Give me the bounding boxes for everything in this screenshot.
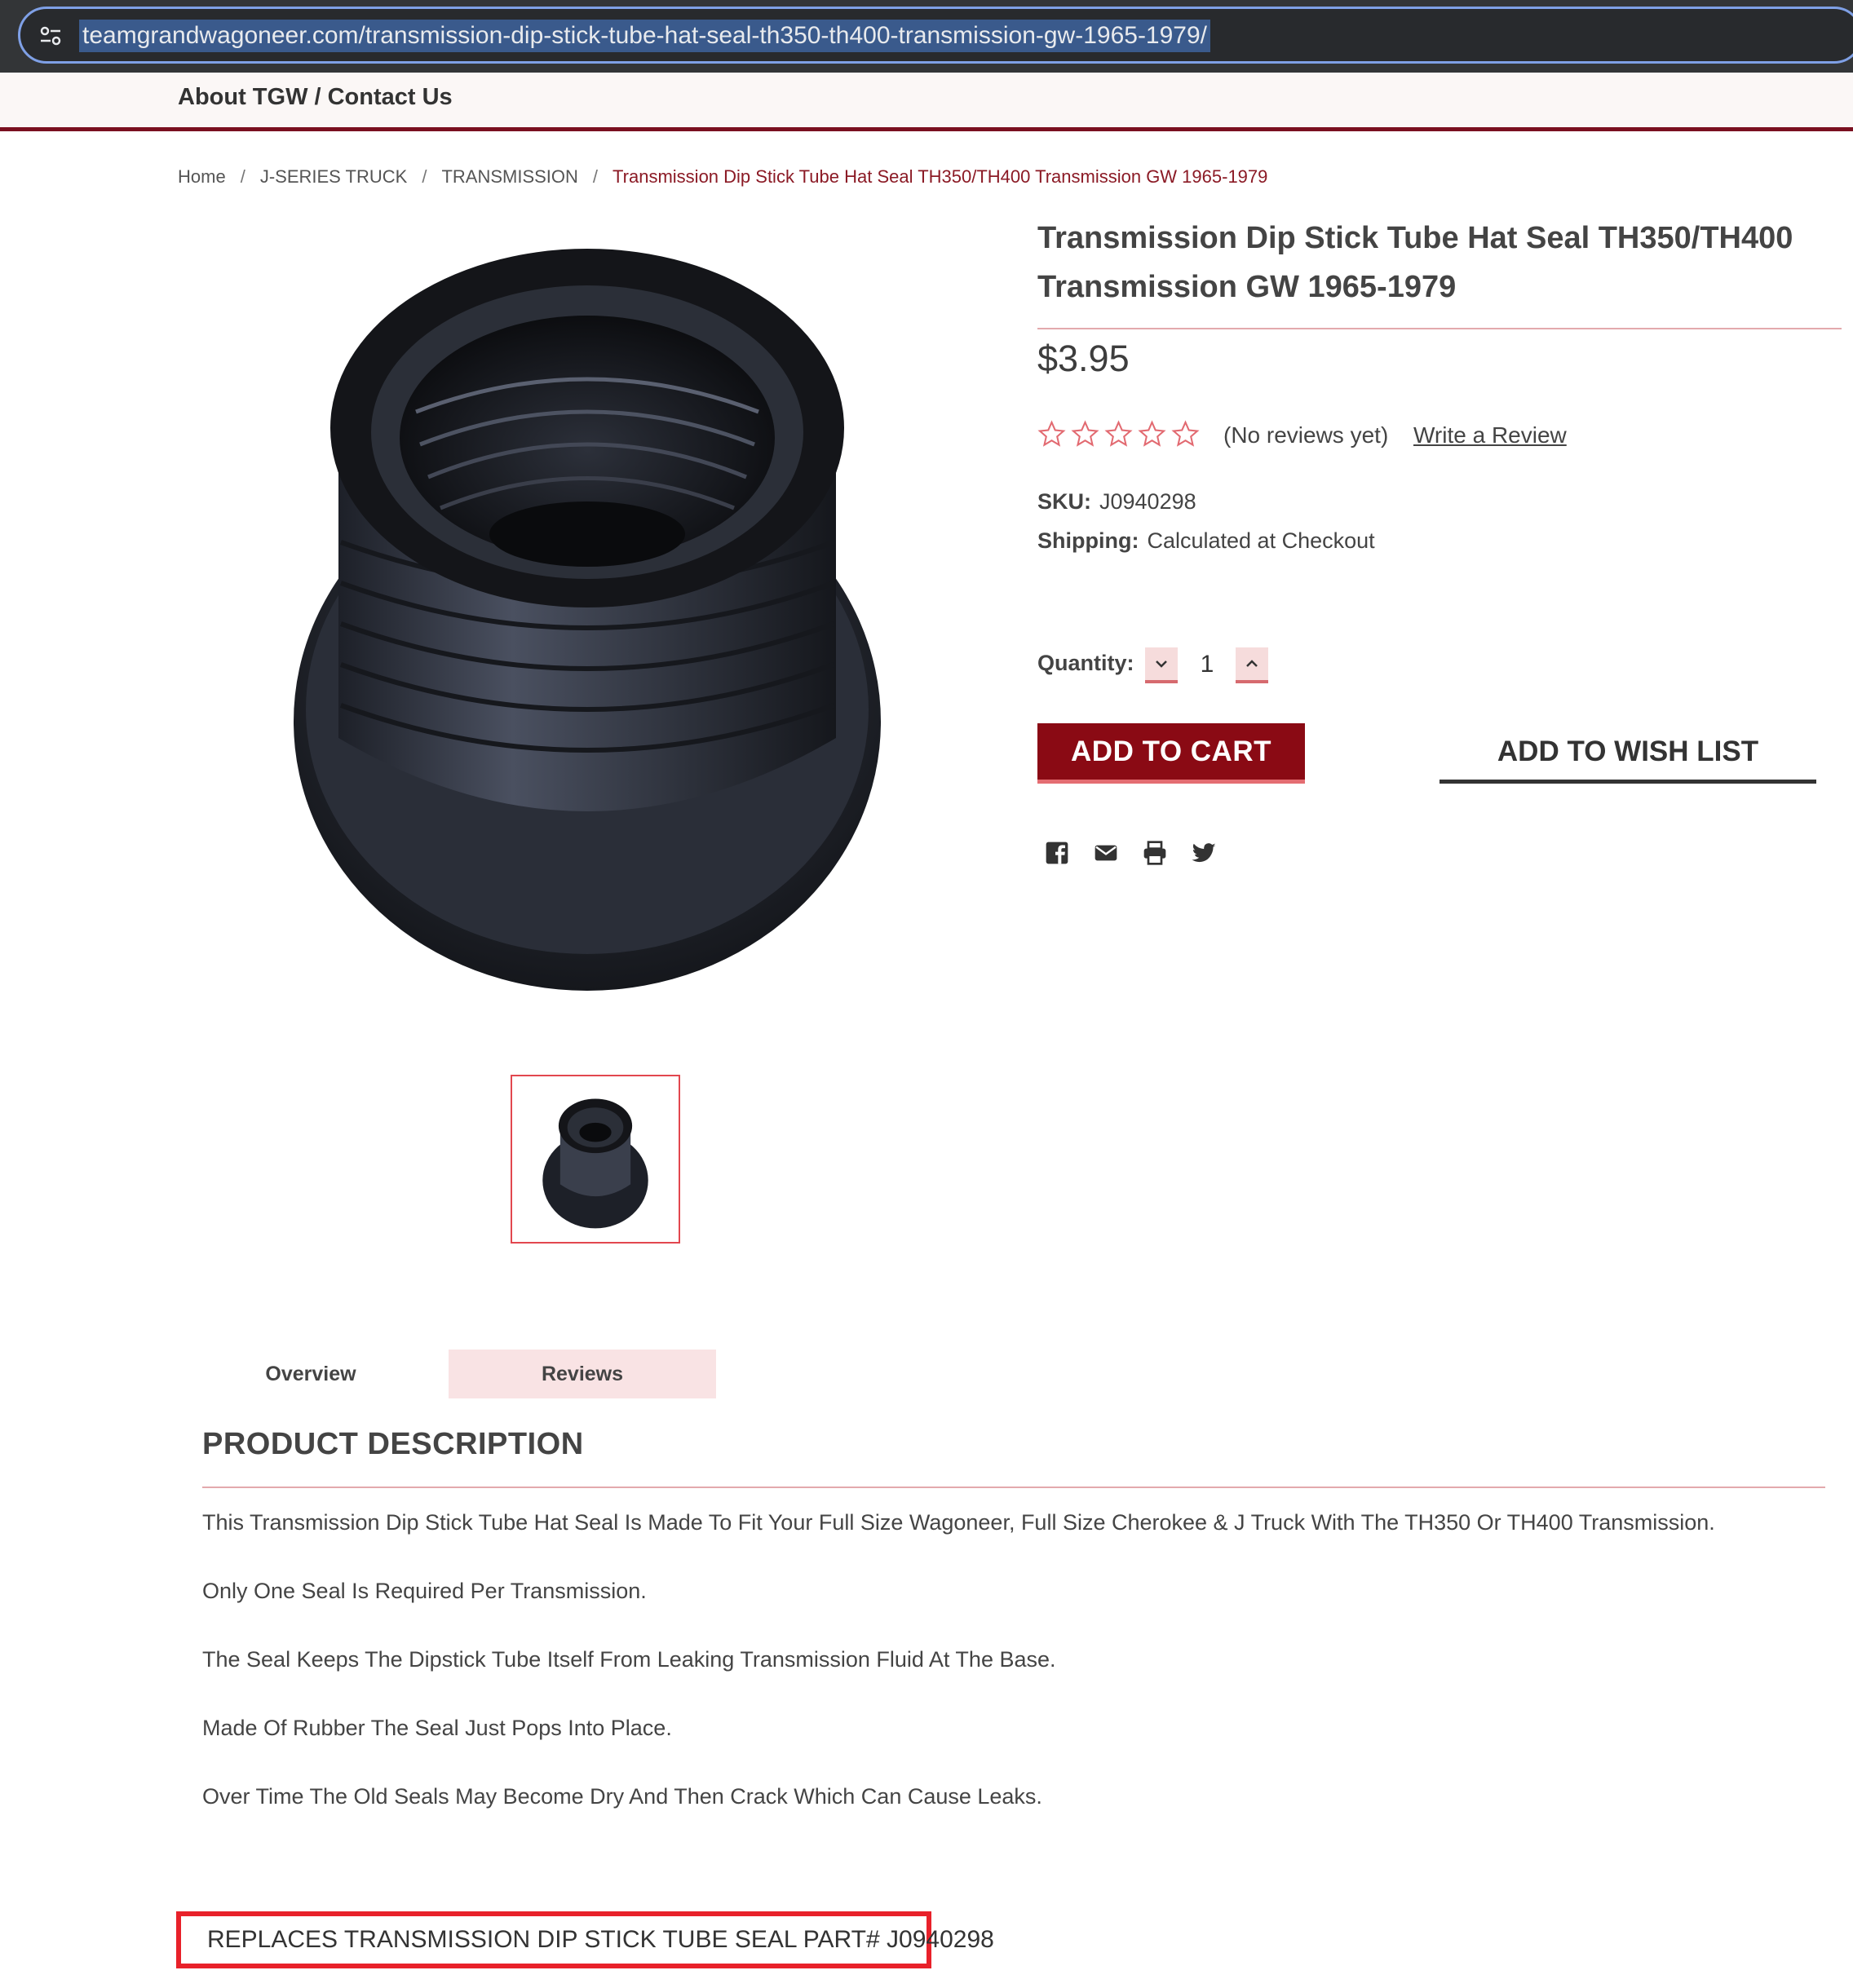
description-paragraph: The Seal Keeps The Dipstick Tube Itself … [202, 1647, 1056, 1672]
facebook-icon[interactable] [1044, 840, 1070, 866]
description-paragraph: This Transmission Dip Stick Tube Hat Sea… [202, 1510, 1715, 1535]
replaces-part-note: REPLACES TRANSMISSION DIP STICK TUBE SEA… [207, 1926, 994, 1953]
quantity-input[interactable]: 1 [1191, 651, 1223, 678]
description-paragraph: Over Time The Old Seals May Become Dry A… [202, 1784, 1042, 1809]
browser-toolbar: teamgrandwagoneer.com/transmission-dip-s… [0, 0, 1853, 73]
quantity-label: Quantity: [1037, 651, 1134, 675]
breadcrumb-transmission[interactable]: TRANSMISSION [441, 166, 577, 187]
product-thumbnail[interactable] [511, 1075, 680, 1244]
breadcrumb: Home / J-SERIES TRUCK / TRANSMISSION / Transmi… [178, 166, 1267, 188]
address-bar[interactable]: teamgrandwagoneer.com/transmission-dip-s… [18, 7, 1853, 64]
quantity-increase-button[interactable] [1236, 647, 1268, 683]
thumbnail-image [542, 1098, 648, 1229]
site-info-icon[interactable] [38, 24, 63, 48]
star-empty-icon[interactable] [1138, 420, 1166, 448]
twitter-icon[interactable] [1191, 840, 1217, 866]
star-empty-icon[interactable] [1104, 420, 1133, 448]
share-icons [1044, 840, 1217, 866]
shipping-label: Shipping: [1037, 528, 1139, 553]
about-contact-link[interactable]: About TGW / Contact Us [178, 84, 453, 111]
tab-overview[interactable]: Overview [192, 1350, 430, 1398]
breadcrumb-j-series-truck[interactable]: J-SERIES TRUCK [260, 166, 408, 187]
product-main-image[interactable] [277, 249, 897, 1032]
description-heading: PRODUCT DESCRIPTION [202, 1427, 584, 1461]
sku-label: SKU: [1037, 489, 1091, 514]
review-count: (No reviews yet) [1223, 422, 1389, 448]
site-header: About TGW / Contact Us [0, 73, 1853, 131]
description-paragraph: Made Of Rubber The Seal Just Pops Into P… [202, 1716, 672, 1740]
shipping-row: Shipping: Calculated at Checkout [1037, 528, 1375, 554]
chevron-up-icon [1246, 660, 1258, 667]
star-empty-icon[interactable] [1037, 420, 1066, 448]
description-divider [202, 1487, 1825, 1488]
write-review-link[interactable]: Write a Review [1413, 422, 1567, 448]
title-divider [1037, 328, 1842, 329]
description-paragraph: Only One Seal Is Required Per Transmissi… [202, 1579, 647, 1603]
star-empty-icon[interactable] [1071, 420, 1099, 448]
tab-reviews[interactable]: Reviews [449, 1350, 716, 1398]
breadcrumb-separator: / [592, 166, 599, 187]
chevron-down-icon [1156, 660, 1167, 668]
add-to-wish-list-button[interactable]: ADD TO WISH LIST [1440, 723, 1816, 784]
url-text[interactable]: teamgrandwagoneer.com/transmission-dip-s… [79, 20, 1211, 52]
breadcrumb-separator: / [422, 166, 427, 187]
star-empty-icon[interactable] [1171, 420, 1200, 448]
product-title: Transmission Dip Stick Tube Hat Seal TH3… [1037, 221, 1793, 304]
shipping-value: Calculated at Checkout [1147, 528, 1375, 553]
sku-row: SKU: J0940298 [1037, 489, 1196, 515]
replaces-part-highlight: REPLACES TRANSMISSION DIP STICK TUBE SEA… [176, 1911, 994, 1968]
breadcrumb-current: Transmission Dip Stick Tube Hat Seal TH3… [613, 166, 1268, 187]
add-to-cart-button[interactable]: ADD TO CART [1037, 723, 1305, 784]
sku-value: J0940298 [1099, 489, 1196, 514]
breadcrumb-home[interactable]: Home [178, 166, 226, 187]
quantity-decrease-button[interactable] [1145, 647, 1178, 683]
product-price: $3.95 [1037, 338, 1130, 379]
breadcrumb-separator: / [240, 166, 245, 187]
email-icon[interactable] [1093, 840, 1119, 866]
print-icon[interactable] [1142, 840, 1168, 866]
rating-stars[interactable] [1037, 420, 1200, 456]
